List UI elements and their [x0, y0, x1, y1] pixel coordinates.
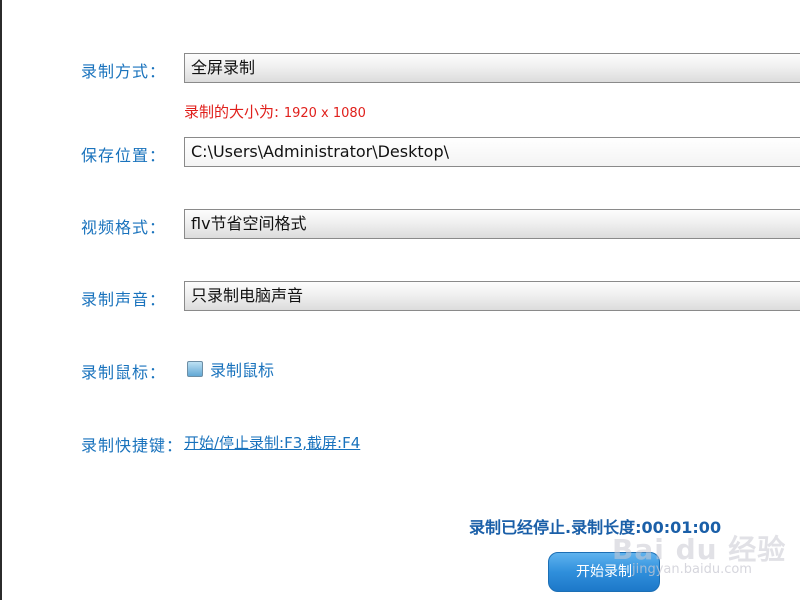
- record-size-value: 1920 x 1080: [283, 106, 366, 121]
- record-mouse-label: 录制鼠标：: [81, 363, 167, 382]
- save-location-input[interactable]: C:\Users\Administrator\Desktop\: [184, 137, 800, 167]
- record-size-info: 录制的大小为: 1920 x 1080: [184, 101, 366, 122]
- record-mouse-checkbox[interactable]: [187, 361, 203, 377]
- save-location-label: 保存位置：: [81, 146, 167, 165]
- video-format-label: 视频格式：: [81, 218, 167, 237]
- record-mode-select[interactable]: 全屏录制: [184, 53, 800, 83]
- record-mode-label: 录制方式：: [81, 62, 167, 81]
- baidu-watermark: Bai du 经验 jingyan.baidu.com: [612, 528, 785, 588]
- window-left-border: [0, 0, 2, 600]
- watermark-url: jingyan.baidu.com: [632, 562, 752, 577]
- record-audio-label: 录制声音：: [81, 290, 167, 309]
- record-size-prefix: 录制的大小为:: [184, 103, 284, 121]
- video-format-select[interactable]: flv节省空间格式: [184, 209, 800, 239]
- hotkeys-label: 录制快捷键：: [81, 436, 184, 455]
- hotkeys-link[interactable]: 开始/停止录制:F3,截屏:F4: [184, 432, 360, 453]
- record-mouse-checkbox-label[interactable]: 录制鼠标: [210, 357, 274, 381]
- record-audio-select[interactable]: 只录制电脑声音: [184, 281, 800, 311]
